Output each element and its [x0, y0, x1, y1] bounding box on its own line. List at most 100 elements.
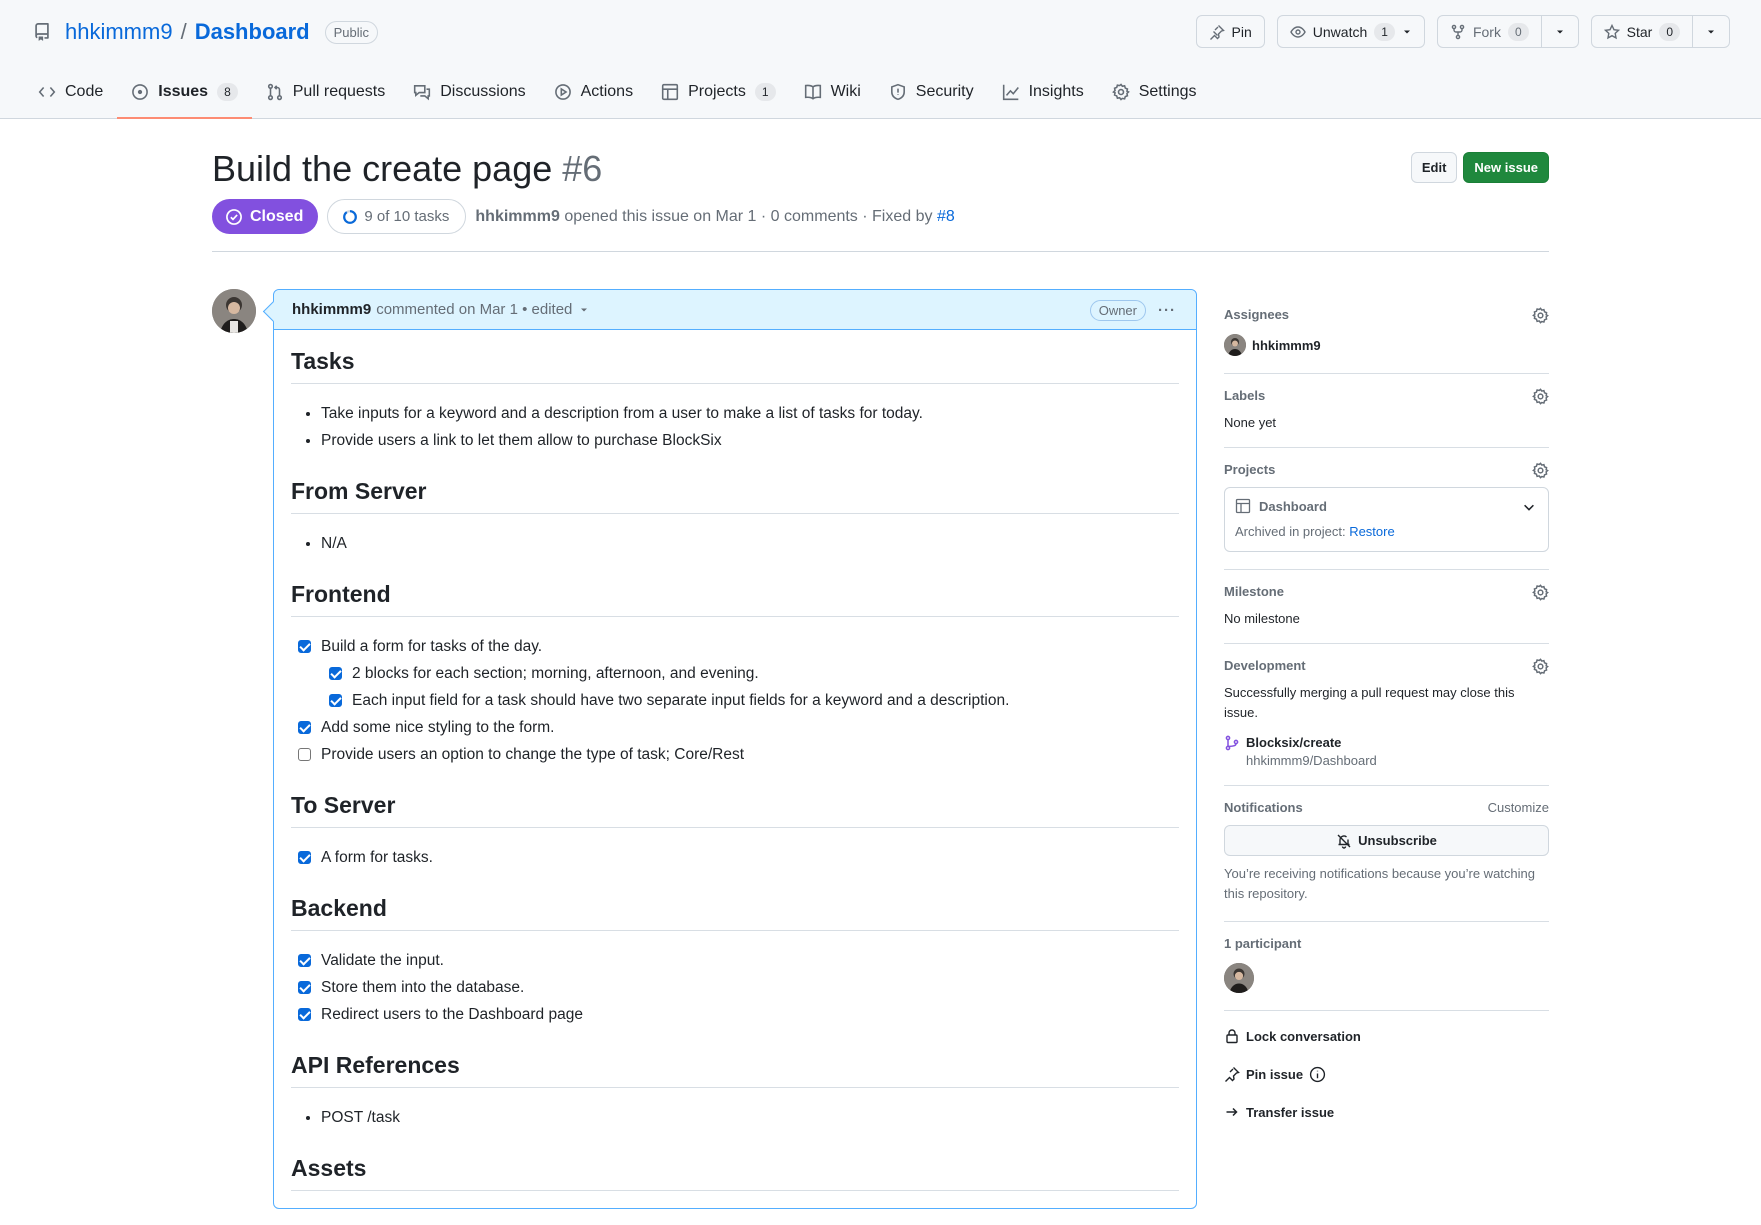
- task-checkbox[interactable]: [298, 748, 311, 761]
- new-issue-button[interactable]: New issue: [1463, 152, 1549, 183]
- fork-button[interactable]: Fork 0: [1438, 16, 1541, 47]
- pin-button[interactable]: Pin: [1195, 15, 1265, 48]
- code-icon: [38, 83, 56, 101]
- task-text: A form for tasks.: [321, 849, 433, 866]
- tab-projects[interactable]: Projects 1: [647, 70, 789, 114]
- fixed-by-link[interactable]: #8: [937, 208, 955, 225]
- tab-issues[interactable]: Issues 8: [117, 70, 252, 119]
- assignee-item[interactable]: hhkimmm9: [1224, 334, 1549, 356]
- edit-button[interactable]: Edit: [1410, 152, 1458, 183]
- tab-actions[interactable]: Actions: [540, 70, 647, 114]
- tab-insights[interactable]: Insights: [988, 70, 1098, 114]
- unwatch-button[interactable]: Unwatch 1: [1276, 15, 1425, 48]
- tab-wiki[interactable]: Wiki: [790, 70, 875, 114]
- caret-down-icon[interactable]: [579, 305, 589, 315]
- assignees-section: Assignees hhkimmm9: [1224, 293, 1549, 374]
- labels-gear-icon[interactable]: [1532, 388, 1549, 405]
- play-icon: [554, 83, 572, 101]
- chevron-down-icon[interactable]: [1522, 500, 1536, 514]
- task-checkbox[interactable]: [329, 694, 342, 707]
- arrow-right-icon: [1224, 1104, 1240, 1120]
- milestone-value: No milestone: [1224, 611, 1300, 626]
- customize-link[interactable]: Customize: [1488, 800, 1549, 815]
- linked-branch[interactable]: Blocksix/create hhkimmm9/Dashboard: [1224, 735, 1549, 768]
- heading-tasks: Tasks: [291, 348, 1179, 384]
- tab-security[interactable]: Security: [875, 70, 988, 114]
- task-text: Redirect users to the Dashboard page: [321, 1006, 583, 1023]
- task-checkbox[interactable]: [298, 721, 311, 734]
- task-checkbox[interactable]: [298, 981, 311, 994]
- fork-button-group: Fork 0: [1436, 15, 1579, 48]
- issue-opened-text: opened this issue on Mar 1 · 0 comments …: [564, 207, 933, 225]
- projects-section: Projects Dashboard Archived in project: …: [1224, 448, 1549, 570]
- unsubscribe-button[interactable]: Unsubscribe: [1224, 825, 1549, 856]
- comment-author-avatar[interactable]: [212, 289, 256, 333]
- tab-projects-label: Projects: [688, 83, 746, 100]
- info-icon[interactable]: [1309, 1066, 1326, 1083]
- pin-label: Pin: [1231, 23, 1252, 40]
- table-icon: [661, 83, 679, 101]
- unsubscribe-label: Unsubscribe: [1358, 833, 1437, 848]
- task-checkbox[interactable]: [298, 851, 311, 864]
- list-item: POST /task: [321, 1104, 1179, 1131]
- development-section: Development Successfully merging a pull …: [1224, 644, 1549, 786]
- issue-meta-text: hhkimmm9 opened this issue on Mar 1 · 0 …: [475, 208, 954, 226]
- task-text: Provide users an option to change the ty…: [321, 746, 745, 763]
- kebab-menu-icon[interactable]: ···: [1158, 302, 1176, 319]
- star-button-group: Star 0: [1590, 15, 1730, 48]
- pin-issue-button[interactable]: Pin issue: [1224, 1063, 1549, 1085]
- task-item: Redirect users to the Dashboard page: [291, 1001, 1179, 1028]
- fork-icon: [1450, 24, 1466, 40]
- task-checkbox[interactable]: [298, 640, 311, 653]
- graph-icon: [1002, 83, 1020, 101]
- star-dropdown-button[interactable]: [1692, 16, 1729, 47]
- transfer-issue-button[interactable]: Transfer issue: [1224, 1101, 1549, 1123]
- star-button[interactable]: Star 0: [1592, 16, 1692, 47]
- tab-pull-requests[interactable]: Pull requests: [252, 70, 400, 114]
- tab-settings[interactable]: Settings: [1098, 70, 1211, 114]
- development-gear-icon[interactable]: [1532, 658, 1549, 675]
- task-text: Store them into the database.: [321, 979, 525, 996]
- fork-dropdown-button[interactable]: [1540, 16, 1578, 47]
- tab-discussions[interactable]: Discussions: [399, 70, 539, 114]
- notifications-section: Notifications Customize Unsubscribe You’…: [1224, 786, 1549, 922]
- tab-issues-label: Issues: [158, 83, 209, 100]
- comment-meta[interactable]: commented on Mar 1 • edited: [376, 301, 572, 318]
- development-title: Development: [1224, 658, 1306, 673]
- lock-conversation-button[interactable]: Lock conversation: [1224, 1025, 1549, 1047]
- assignees-title: Assignees: [1224, 307, 1290, 322]
- project-archived-note: Archived in project: Restore: [1235, 524, 1538, 539]
- task-text: Validate the input.: [321, 952, 444, 969]
- comment-author-link[interactable]: hhkimmm9: [292, 301, 371, 318]
- milestone-gear-icon[interactable]: [1532, 584, 1549, 601]
- task-checkbox[interactable]: [298, 954, 311, 967]
- milestone-section: Milestone No milestone: [1224, 570, 1549, 644]
- backend-task-list: Validate the input. Store them into the …: [291, 947, 1179, 1028]
- project-name[interactable]: Dashboard: [1235, 498, 1538, 514]
- list-item: Take inputs for a keyword and a descript…: [321, 400, 1179, 427]
- issue-sidebar: Assignees hhkimmm9 Labels None yet Proje…: [1224, 293, 1549, 1139]
- repo-name-link[interactable]: Dashboard: [195, 19, 310, 45]
- projects-title: Projects: [1224, 462, 1276, 477]
- task-text: Build a form for tasks of the day.: [321, 638, 543, 655]
- restore-link[interactable]: Restore: [1349, 524, 1395, 539]
- lock-icon: [1224, 1028, 1240, 1044]
- tab-code[interactable]: Code: [24, 70, 117, 114]
- task-item: A form for tasks.: [291, 844, 1179, 871]
- assignees-gear-icon[interactable]: [1532, 307, 1549, 324]
- tab-wiki-label: Wiki: [830, 83, 861, 100]
- heading-assets: Assets: [291, 1155, 1179, 1191]
- issue-author-link[interactable]: hhkimmm9: [475, 208, 559, 225]
- participants-title: 1 participant: [1224, 936, 1302, 951]
- issues-count: 8: [217, 83, 238, 101]
- frontend-task-list: Build a form for tasks of the day. 2 blo…: [291, 633, 1179, 768]
- task-checkbox[interactable]: [329, 667, 342, 680]
- pin-icon: [1209, 24, 1225, 40]
- tasks-progress-badge[interactable]: 9 of 10 tasks: [327, 199, 467, 234]
- repo-owner-link[interactable]: hhkimmm9: [65, 19, 173, 45]
- task-checkbox[interactable]: [298, 1008, 311, 1021]
- shield-icon: [889, 83, 907, 101]
- projects-gear-icon[interactable]: [1532, 462, 1549, 479]
- participant-avatar[interactable]: [1224, 963, 1254, 993]
- task-item: Provide users an option to change the ty…: [291, 741, 1179, 768]
